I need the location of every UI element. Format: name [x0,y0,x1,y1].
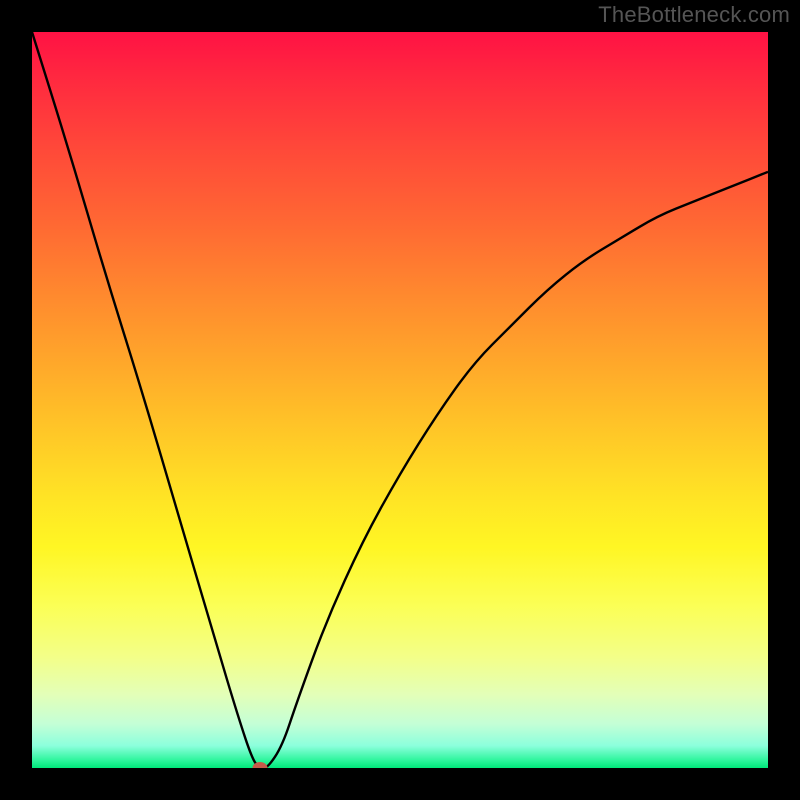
curve-path [32,32,768,768]
bottleneck-curve [32,32,768,768]
optimum-marker [253,762,268,768]
plot-area [32,32,768,768]
chart-frame: TheBottleneck.com [0,0,800,800]
watermark-text: TheBottleneck.com [598,2,790,28]
